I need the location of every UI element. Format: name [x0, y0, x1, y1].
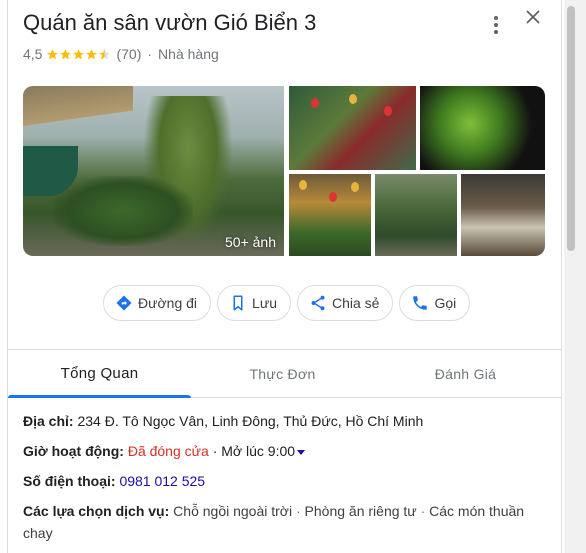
bookmark-icon	[233, 295, 243, 311]
photo-thumbnail[interactable]	[420, 86, 545, 170]
star-icon	[73, 48, 85, 59]
place-category: Nhà hàng	[158, 46, 219, 62]
phone-link[interactable]: 0981 012 525	[119, 473, 205, 489]
phone-row: Số điện thoại: 0981 012 525	[23, 470, 543, 492]
place-details: Địa chỉ: 234 Đ. Tô Ngọc Vân, Linh Đông, …	[23, 410, 543, 552]
address-row: Địa chỉ: 234 Đ. Tô Ngọc Vân, Linh Đông, …	[23, 410, 543, 432]
photo-thumbnail[interactable]	[375, 174, 457, 256]
services-row: Các lựa chọn dịch vụ: Chỗ ngồi ngoài trờ…	[23, 500, 543, 544]
service-item: Chỗ ngồi ngoài trời	[173, 503, 293, 519]
directions-button[interactable]: Đường đi	[103, 285, 212, 321]
star-rating	[46, 48, 111, 61]
main-photo[interactable]: 50+ ảnh	[23, 86, 284, 256]
save-label: Lưu	[252, 295, 277, 311]
tab-menu[interactable]: Thực Đơn	[191, 350, 374, 397]
close-icon[interactable]	[522, 6, 544, 28]
services-separator: ·	[420, 503, 426, 519]
scrollbar-thumb[interactable]	[567, 6, 575, 251]
call-label: Gọi	[434, 295, 457, 311]
directions-icon	[116, 295, 132, 311]
phone-icon	[413, 296, 428, 310]
share-icon	[311, 295, 325, 311]
photo-thumbnail[interactable]	[289, 86, 416, 170]
star-icon	[60, 48, 72, 59]
hours-row: Giờ hoạt động: Đã đóng cửa · Mở lúc 9:00	[23, 440, 543, 462]
address-label: Địa chỉ:	[23, 413, 74, 429]
directions-label: Đường đi	[138, 295, 198, 311]
separator: ·	[147, 46, 153, 62]
services-label: Các lựa chọn dịch vụ:	[23, 503, 170, 519]
call-button[interactable]: Gọi	[399, 285, 471, 321]
tab-bar: Tổng Quan Thực Đơn Đánh Giá	[8, 350, 561, 398]
tab-overview[interactable]: Tổng Quan	[8, 350, 191, 398]
service-item: Phòng ăn riêng tư	[304, 503, 417, 519]
more-options-button[interactable]	[486, 14, 506, 36]
address-value[interactable]: 234 Đ. Tô Ngọc Vân, Linh Đông, Thủ Đức, …	[77, 413, 423, 429]
rating-value: 4,5	[23, 46, 43, 62]
photo-thumbnail[interactable]	[461, 174, 545, 256]
services-separator: ·	[295, 503, 301, 519]
phone-label: Số điện thoại:	[23, 473, 116, 489]
hours-expand-icon[interactable]	[297, 449, 306, 455]
star-icon	[47, 48, 59, 59]
hours-open-time[interactable]: Mở lúc 9:00	[221, 443, 295, 459]
hours-label: Giờ hoạt động:	[23, 443, 124, 459]
share-label: Chia sẻ	[331, 295, 380, 311]
rating-row: 4,5 (70) · Nhà hàng	[23, 46, 219, 62]
half-star-icon	[99, 48, 111, 59]
photo-thumbnail[interactable]	[289, 174, 371, 256]
tab-reviews[interactable]: Đánh Giá	[374, 350, 557, 397]
place-title: Quán ăn sân vườn Gió Biển 3	[23, 10, 317, 35]
review-count[interactable]: (70)	[116, 46, 141, 62]
hours-separator: ·	[212, 443, 218, 459]
photo-count-label[interactable]: 50+ ảnh	[225, 234, 276, 250]
action-buttons: Đường đi Lưu Chia sẻ Gọi	[103, 285, 471, 321]
share-button[interactable]: Chia sẻ	[296, 285, 394, 321]
hours-status: Đã đóng cửa	[127, 443, 209, 459]
more-vert-icon	[494, 16, 498, 20]
star-icon	[86, 48, 98, 59]
save-button[interactable]: Lưu	[217, 285, 291, 321]
